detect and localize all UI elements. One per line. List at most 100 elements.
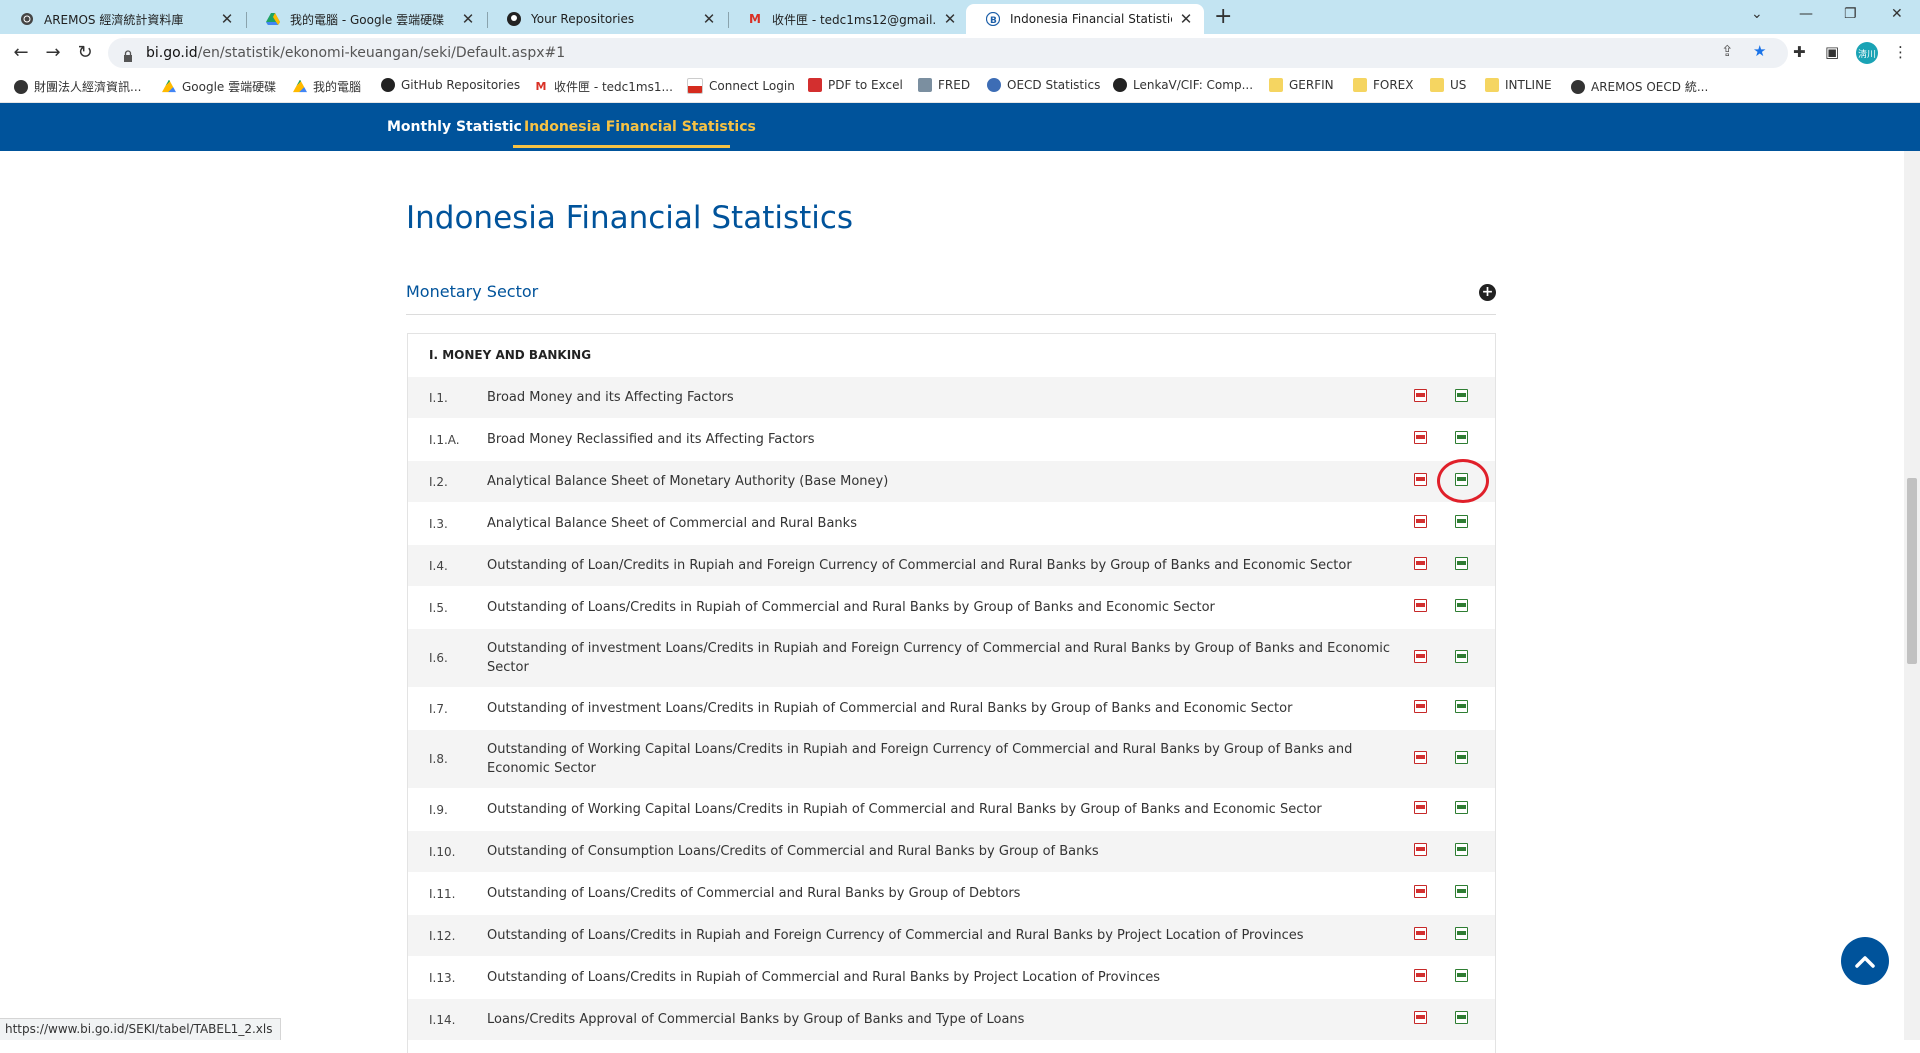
pdf-download-icon[interactable] xyxy=(1414,557,1427,574)
bookmark-label: GitHub Repositories xyxy=(401,78,521,92)
pdf-download-icon[interactable] xyxy=(1414,801,1427,818)
table-row: I.8. Outstanding of Working Capital Loans… xyxy=(408,729,1495,788)
table-body: I.1. Broad Money and its Affecting Factor… xyxy=(408,376,1495,1040)
new-tab-icon[interactable]: + xyxy=(1214,4,1232,29)
browser-tab[interactable]: Your Repositories ✕ xyxy=(487,4,727,34)
close-icon[interactable]: ✕ xyxy=(942,10,958,28)
pdf-download-icon[interactable] xyxy=(1414,599,1427,616)
table-row: I.3. Analytical Balance Sheet of Commerci… xyxy=(408,502,1495,544)
bookmark-item[interactable]: FOREX xyxy=(1353,78,1414,92)
scrollbar-thumb[interactable] xyxy=(1907,478,1917,664)
nav-indonesia-financial-statistics[interactable]: Indonesia Financial Statistics xyxy=(524,119,756,135)
excel-download-icon[interactable] xyxy=(1455,969,1468,986)
github-icon xyxy=(507,12,521,26)
bookmark-item[interactable]: 我的電腦 xyxy=(293,78,361,95)
close-icon[interactable]: ✕ xyxy=(460,10,476,28)
bookmark-item[interactable]: PDF to Excel xyxy=(808,78,903,92)
pdf-download-icon[interactable] xyxy=(1414,969,1427,986)
pdf-download-icon[interactable] xyxy=(1414,1011,1427,1028)
bookmark-item[interactable]: Connect Login xyxy=(687,78,795,94)
excel-download-icon[interactable] xyxy=(1455,599,1468,616)
browser-tab[interactable]: AREMOS 經濟統計資料庫 ✕ xyxy=(0,4,245,34)
bookmark-item[interactable]: US xyxy=(1430,78,1466,92)
bookmark-label: OECD Statistics xyxy=(1007,78,1101,92)
pdf-download-icon[interactable] xyxy=(1414,473,1427,490)
window-close-icon[interactable]: ✕ xyxy=(1891,6,1903,22)
section-divider xyxy=(406,314,1496,315)
bookmark-item[interactable]: Google 雲端硬碟 xyxy=(162,78,276,95)
close-icon[interactable]: ✕ xyxy=(219,10,235,28)
reload-icon[interactable]: ↻ xyxy=(74,42,96,63)
share-icon[interactable]: ⇪ xyxy=(1721,42,1734,60)
excel-download-icon[interactable] xyxy=(1455,649,1468,667)
pdf-download-icon[interactable] xyxy=(1414,649,1427,667)
bookmark-label: GERFIN xyxy=(1289,78,1334,92)
row-label: Broad Money Reclassified and its Affecti… xyxy=(487,432,815,447)
table-row: I.10. Outstanding of Consumption Loans/Cr… xyxy=(408,830,1495,872)
pdf-download-icon[interactable] xyxy=(1414,515,1427,532)
section-title-monetary-sector[interactable]: Monetary Sector xyxy=(406,282,538,301)
pdf-download-icon[interactable] xyxy=(1414,389,1427,406)
restore-icon[interactable]: ❐ xyxy=(1844,6,1857,22)
bookmark-label: LenkaV/CIF: Comp... xyxy=(1133,78,1254,92)
excel-download-icon[interactable] xyxy=(1455,431,1468,448)
bookmark-item[interactable]: FRED xyxy=(918,78,970,92)
bookmark-item[interactable]: GERFIN xyxy=(1269,78,1334,92)
address-bar[interactable]: bi.go.id/en/statistik/ekonomi-keuangan/s… xyxy=(108,38,1788,68)
status-bar-url: https://www.bi.go.id/SEKI/tabel/TABEL1_2… xyxy=(0,1018,282,1040)
close-icon[interactable]: ✕ xyxy=(701,10,717,28)
side-panel-icon[interactable]: ▣ xyxy=(1825,43,1839,61)
browser-tab-active[interactable]: B Indonesia Financial Statistics ✕ xyxy=(966,4,1204,34)
pdf-download-icon[interactable] xyxy=(1414,885,1427,902)
bookmark-item[interactable]: INTLINE xyxy=(1485,78,1552,92)
bookmark-item[interactable]: GitHub Repositories xyxy=(381,78,520,92)
pdf-download-icon[interactable] xyxy=(1414,431,1427,448)
table-row: I.6. Outstanding of investment Loans/Cred… xyxy=(408,628,1495,687)
excel-download-icon[interactable] xyxy=(1455,1011,1468,1028)
excel-download-icon[interactable] xyxy=(1455,515,1468,532)
expand-plus-icon[interactable]: + xyxy=(1479,284,1496,301)
excel-download-icon[interactable] xyxy=(1455,389,1468,406)
table-row: I.11. Outstanding of Loans/Credits of Com… xyxy=(408,872,1495,914)
bookmark-item[interactable]: M 收件匣 - tedc1ms1... xyxy=(534,78,673,95)
oecd-icon xyxy=(987,78,1001,92)
bookmark-item[interactable]: 財團法人經濟資訊... xyxy=(14,78,141,95)
menu-icon[interactable]: ⋮ xyxy=(1893,43,1908,61)
close-icon[interactable]: ✕ xyxy=(1178,10,1194,28)
gmail-icon: M xyxy=(535,80,547,93)
excel-download-icon[interactable] xyxy=(1455,557,1468,574)
excel-download-icon[interactable] xyxy=(1455,801,1468,818)
tab-search-icon[interactable]: ⌄ xyxy=(1751,6,1763,22)
avatar[interactable]: 淸川 xyxy=(1856,42,1878,64)
excel-download-icon[interactable] xyxy=(1455,700,1468,717)
pdf-download-icon[interactable] xyxy=(1414,927,1427,944)
excel-download-icon[interactable] xyxy=(1455,750,1468,768)
extensions-icon[interactable]: ✚ xyxy=(1793,43,1806,61)
scroll-to-top-button[interactable] xyxy=(1841,937,1889,985)
excel-download-icon[interactable] xyxy=(1455,885,1468,902)
minimize-icon[interactable]: — xyxy=(1799,6,1813,22)
bookmark-item[interactable]: LenkaV/CIF: Comp... xyxy=(1113,78,1253,92)
row-number: I.3. xyxy=(429,516,448,531)
back-icon[interactable]: ← xyxy=(10,42,32,63)
excel-download-icon[interactable] xyxy=(1455,843,1468,860)
tab-title: Indonesia Financial Statistics xyxy=(1010,12,1172,26)
bookmark-item[interactable]: AREMOS OECD 統... xyxy=(1571,78,1708,95)
excel-download-icon[interactable] xyxy=(1455,927,1468,944)
row-number: I.9. xyxy=(429,802,448,817)
row-number: I.13. xyxy=(429,970,456,985)
pdf-download-icon[interactable] xyxy=(1414,700,1427,717)
pdf-download-icon[interactable] xyxy=(1414,843,1427,860)
nav-monthly-statistic[interactable]: Monthly Statistic xyxy=(387,119,522,135)
forward-icon[interactable]: → xyxy=(42,42,64,63)
flag-icon xyxy=(687,78,703,94)
pdf-download-icon[interactable] xyxy=(1414,750,1427,768)
bookmark-item[interactable]: OECD Statistics xyxy=(987,78,1100,92)
table-row: I.12. Outstanding of Loans/Credits in Rup… xyxy=(408,914,1495,956)
page-title: Indonesia Financial Statistics xyxy=(406,200,854,236)
chart-icon xyxy=(918,78,932,92)
bookmark-label: FRED xyxy=(938,78,971,92)
bookmark-star-icon[interactable]: ★ xyxy=(1753,42,1766,60)
browser-tab[interactable]: 我的電腦 - Google 雲端硬碟 ✕ xyxy=(246,4,486,34)
browser-tab[interactable]: M 收件匣 - tedc1ms12@gmail.com ✕ xyxy=(728,4,968,34)
